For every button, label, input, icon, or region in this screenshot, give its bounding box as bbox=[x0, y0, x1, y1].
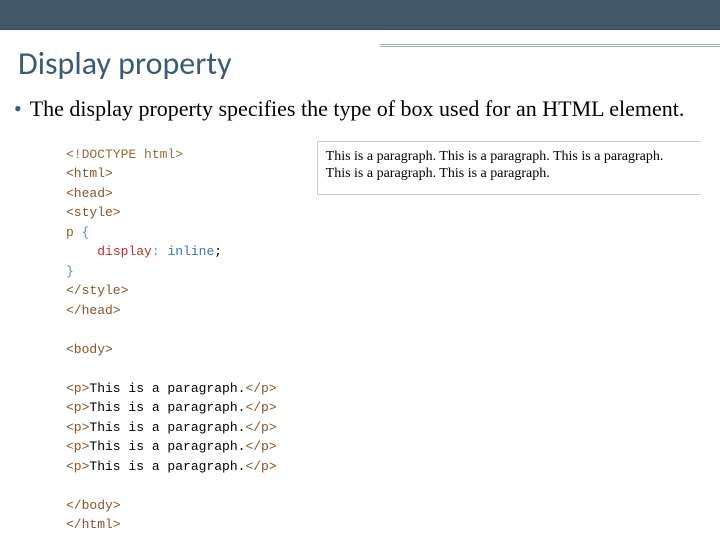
code-p-close-5: </p> bbox=[245, 459, 276, 474]
code-html-open: <html> bbox=[66, 166, 113, 181]
code-p-text-4: This is a paragraph. bbox=[89, 439, 245, 454]
code-p-close-1: </p> bbox=[245, 381, 276, 396]
code-p-open-3: <p> bbox=[66, 420, 89, 435]
code-p-open-4: <p> bbox=[66, 439, 89, 454]
topbar bbox=[0, 0, 720, 30]
code-colon: : bbox=[152, 244, 168, 259]
code-p-open-1: <p> bbox=[66, 381, 89, 396]
bullet-text: The display property specifies the type … bbox=[30, 95, 690, 123]
code-p-close-4: </p> bbox=[245, 439, 276, 454]
content-row: <!DOCTYPE html> <html> <head> <style> p … bbox=[0, 123, 720, 535]
code-p-text-5: This is a paragraph. bbox=[89, 459, 245, 474]
code-p-close-2: </p> bbox=[245, 400, 276, 415]
code-p-text-2: This is a paragraph. bbox=[89, 400, 245, 415]
code-doctype: <!DOCTYPE html> bbox=[66, 147, 183, 162]
code-brace-open: { bbox=[74, 225, 90, 240]
code-val: inline bbox=[167, 244, 214, 259]
code-body-close: </body> bbox=[66, 498, 121, 513]
code-head-close: </head> bbox=[66, 303, 121, 318]
bullet-block: • The display property specifies the typ… bbox=[0, 89, 720, 123]
code-indent bbox=[66, 244, 97, 259]
code-p-text-3: This is a paragraph. bbox=[89, 420, 245, 435]
code-block: <!DOCTYPE html> <html> <head> <style> p … bbox=[66, 145, 277, 535]
code-style-open: <style> bbox=[66, 205, 121, 220]
code-p-text-1: This is a paragraph. bbox=[89, 381, 245, 396]
code-prop: display bbox=[97, 244, 152, 259]
code-p-close-3: </p> bbox=[245, 420, 276, 435]
code-semi: ; bbox=[214, 244, 222, 259]
code-p-open-5: <p> bbox=[66, 459, 89, 474]
output-text: This is a paragraph. This is a paragraph… bbox=[326, 149, 664, 182]
output-panel: This is a paragraph. This is a paragraph… bbox=[317, 141, 700, 195]
bullet-item: • The display property specifies the typ… bbox=[12, 95, 690, 123]
code-selector: p bbox=[66, 225, 74, 240]
divider-line bbox=[380, 44, 720, 47]
code-html-close: </html> bbox=[66, 517, 121, 532]
code-brace-close: } bbox=[66, 264, 74, 279]
slide-title: Display property bbox=[0, 30, 720, 89]
code-p-open-2: <p> bbox=[66, 400, 89, 415]
code-head-open: <head> bbox=[66, 186, 113, 201]
bullet-icon: • bbox=[12, 95, 22, 123]
code-body-open: <body> bbox=[66, 342, 113, 357]
code-style-close: </style> bbox=[66, 283, 128, 298]
